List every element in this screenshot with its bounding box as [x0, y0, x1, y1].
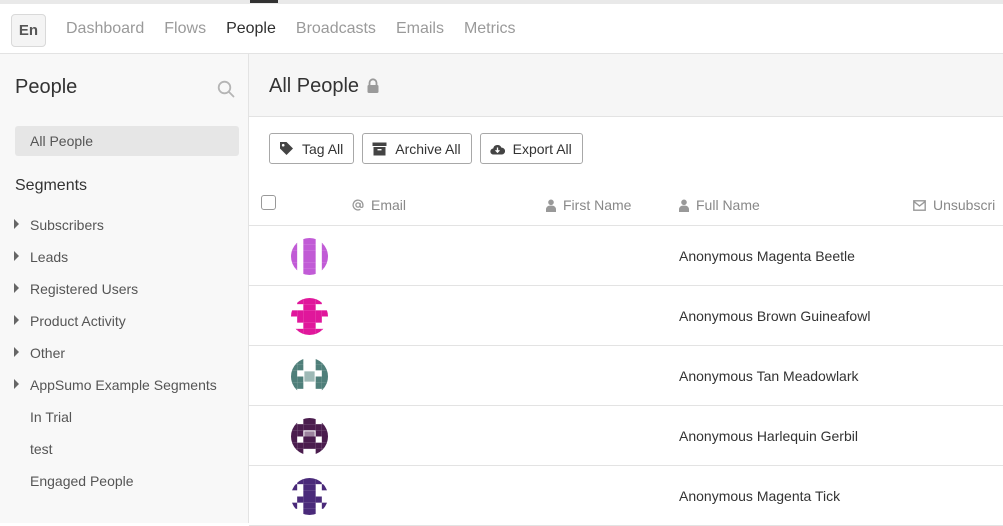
person-icon: [546, 199, 556, 212]
column-email-label: Email: [371, 197, 407, 213]
nav-people[interactable]: People: [226, 0, 278, 54]
table-row[interactable]: Anonymous Tan Meadowlark: [249, 346, 1003, 406]
people-table-header: Email First Name Full Name Unsubscri: [249, 186, 1003, 226]
caret-right-icon[interactable]: [14, 251, 19, 261]
bulk-actions-toolbar: Tag All Archive All Export All: [269, 133, 591, 164]
column-email[interactable]: Email: [352, 197, 406, 213]
row-full-name: Anonymous Magenta Beetle: [679, 248, 855, 264]
table-row[interactable]: Anonymous Harlequin Gerbil: [249, 406, 1003, 466]
tag-all-button[interactable]: Tag All: [269, 133, 355, 164]
export-all-button[interactable]: Export All: [479, 133, 583, 164]
table-row[interactable]: Anonymous Magenta Beetle: [249, 226, 1003, 286]
nav-flows[interactable]: Flows: [164, 4, 206, 54]
tag-icon: [280, 142, 293, 155]
identicon-avatar: [291, 478, 328, 515]
tag-all-label: Tag All: [302, 140, 344, 157]
search-icon[interactable]: [217, 80, 235, 98]
segment-label: Other: [30, 345, 66, 361]
select-all-checkbox[interactable]: [261, 195, 276, 210]
people-sidebar: People All People Segments Subscribers L…: [0, 54, 249, 523]
caret-right-icon[interactable]: [14, 347, 19, 357]
identicon-avatar: [291, 298, 328, 335]
column-full-name-label: Full Name: [696, 197, 760, 213]
column-full-name[interactable]: Full Name: [679, 197, 760, 213]
segment-test[interactable]: test: [0, 439, 249, 471]
nav-dashboard[interactable]: Dashboard: [66, 4, 144, 54]
caret-right-icon[interactable]: [14, 379, 19, 389]
row-full-name: Anonymous Magenta Tick: [679, 488, 841, 504]
archive-all-label: Archive All: [395, 140, 461, 157]
sidebar-title: People: [15, 76, 78, 98]
segment-label: Leads: [30, 249, 69, 265]
archive-all-button[interactable]: Archive All: [362, 133, 472, 164]
page-title: All People: [269, 75, 360, 97]
segment-in-trial[interactable]: In Trial: [0, 407, 249, 439]
identicon-avatar: [291, 358, 328, 395]
column-first-name[interactable]: First Name: [546, 197, 631, 213]
main-header: All People: [249, 54, 1003, 117]
envelope-icon: [913, 199, 926, 211]
identicon-avatar: [291, 418, 328, 455]
column-unsubscribed[interactable]: Unsubscri: [913, 197, 995, 213]
segment-registered-users[interactable]: Registered Users: [0, 279, 249, 311]
segments-heading: Segments: [15, 177, 88, 194]
export-all-label: Export All: [512, 140, 572, 157]
sidebar-item-all-people[interactable]: All People: [15, 126, 239, 156]
segment-label: In Trial: [30, 409, 73, 425]
row-full-name: Anonymous Tan Meadowlark: [679, 368, 859, 384]
table-row[interactable]: Anonymous Magenta Tick: [249, 466, 1003, 526]
nav-emails[interactable]: Emails: [396, 4, 444, 54]
archive-icon: [372, 142, 387, 155]
nav-broadcasts[interactable]: Broadcasts: [296, 4, 376, 54]
identicon-avatar: [291, 238, 328, 275]
table-row[interactable]: Anonymous Brown Guineafowl: [249, 286, 1003, 346]
column-first-name-label: First Name: [563, 197, 632, 213]
nav-metrics[interactable]: Metrics: [464, 4, 516, 54]
segment-appsumo-examples[interactable]: AppSumo Example Segments: [0, 375, 249, 407]
segment-list: Subscribers Leads Registered Users Produ…: [0, 215, 249, 503]
column-unsubscribed-label: Unsubscri: [933, 197, 996, 213]
segment-label: Engaged People: [30, 473, 134, 489]
language-switcher[interactable]: En: [11, 14, 46, 47]
top-navigation-bar: En Dashboard Flows People Broadcasts Ema…: [0, 0, 1003, 54]
segment-label: Subscribers: [30, 217, 104, 233]
segment-engaged-people[interactable]: Engaged People: [0, 471, 249, 503]
segment-other[interactable]: Other: [0, 343, 249, 375]
segment-label: test: [30, 441, 53, 457]
row-full-name: Anonymous Harlequin Gerbil: [679, 428, 858, 444]
lock-icon: [367, 78, 379, 93]
segment-subscribers[interactable]: Subscribers: [0, 215, 249, 247]
cloud-download-icon: [490, 144, 505, 155]
segment-label: Product Activity: [30, 313, 126, 329]
row-full-name: Anonymous Brown Guineafowl: [679, 308, 871, 324]
at-icon: [352, 199, 364, 211]
person-icon: [679, 199, 689, 212]
segment-label: Registered Users: [30, 281, 139, 297]
caret-right-icon[interactable]: [14, 219, 19, 229]
main-nav: Dashboard Flows People Broadcasts Emails…: [66, 0, 536, 54]
segment-label: AppSumo Example Segments: [30, 377, 217, 393]
segment-leads[interactable]: Leads: [0, 247, 249, 279]
caret-right-icon[interactable]: [14, 315, 19, 325]
segment-product-activity[interactable]: Product Activity: [0, 311, 249, 343]
caret-right-icon[interactable]: [14, 283, 19, 293]
